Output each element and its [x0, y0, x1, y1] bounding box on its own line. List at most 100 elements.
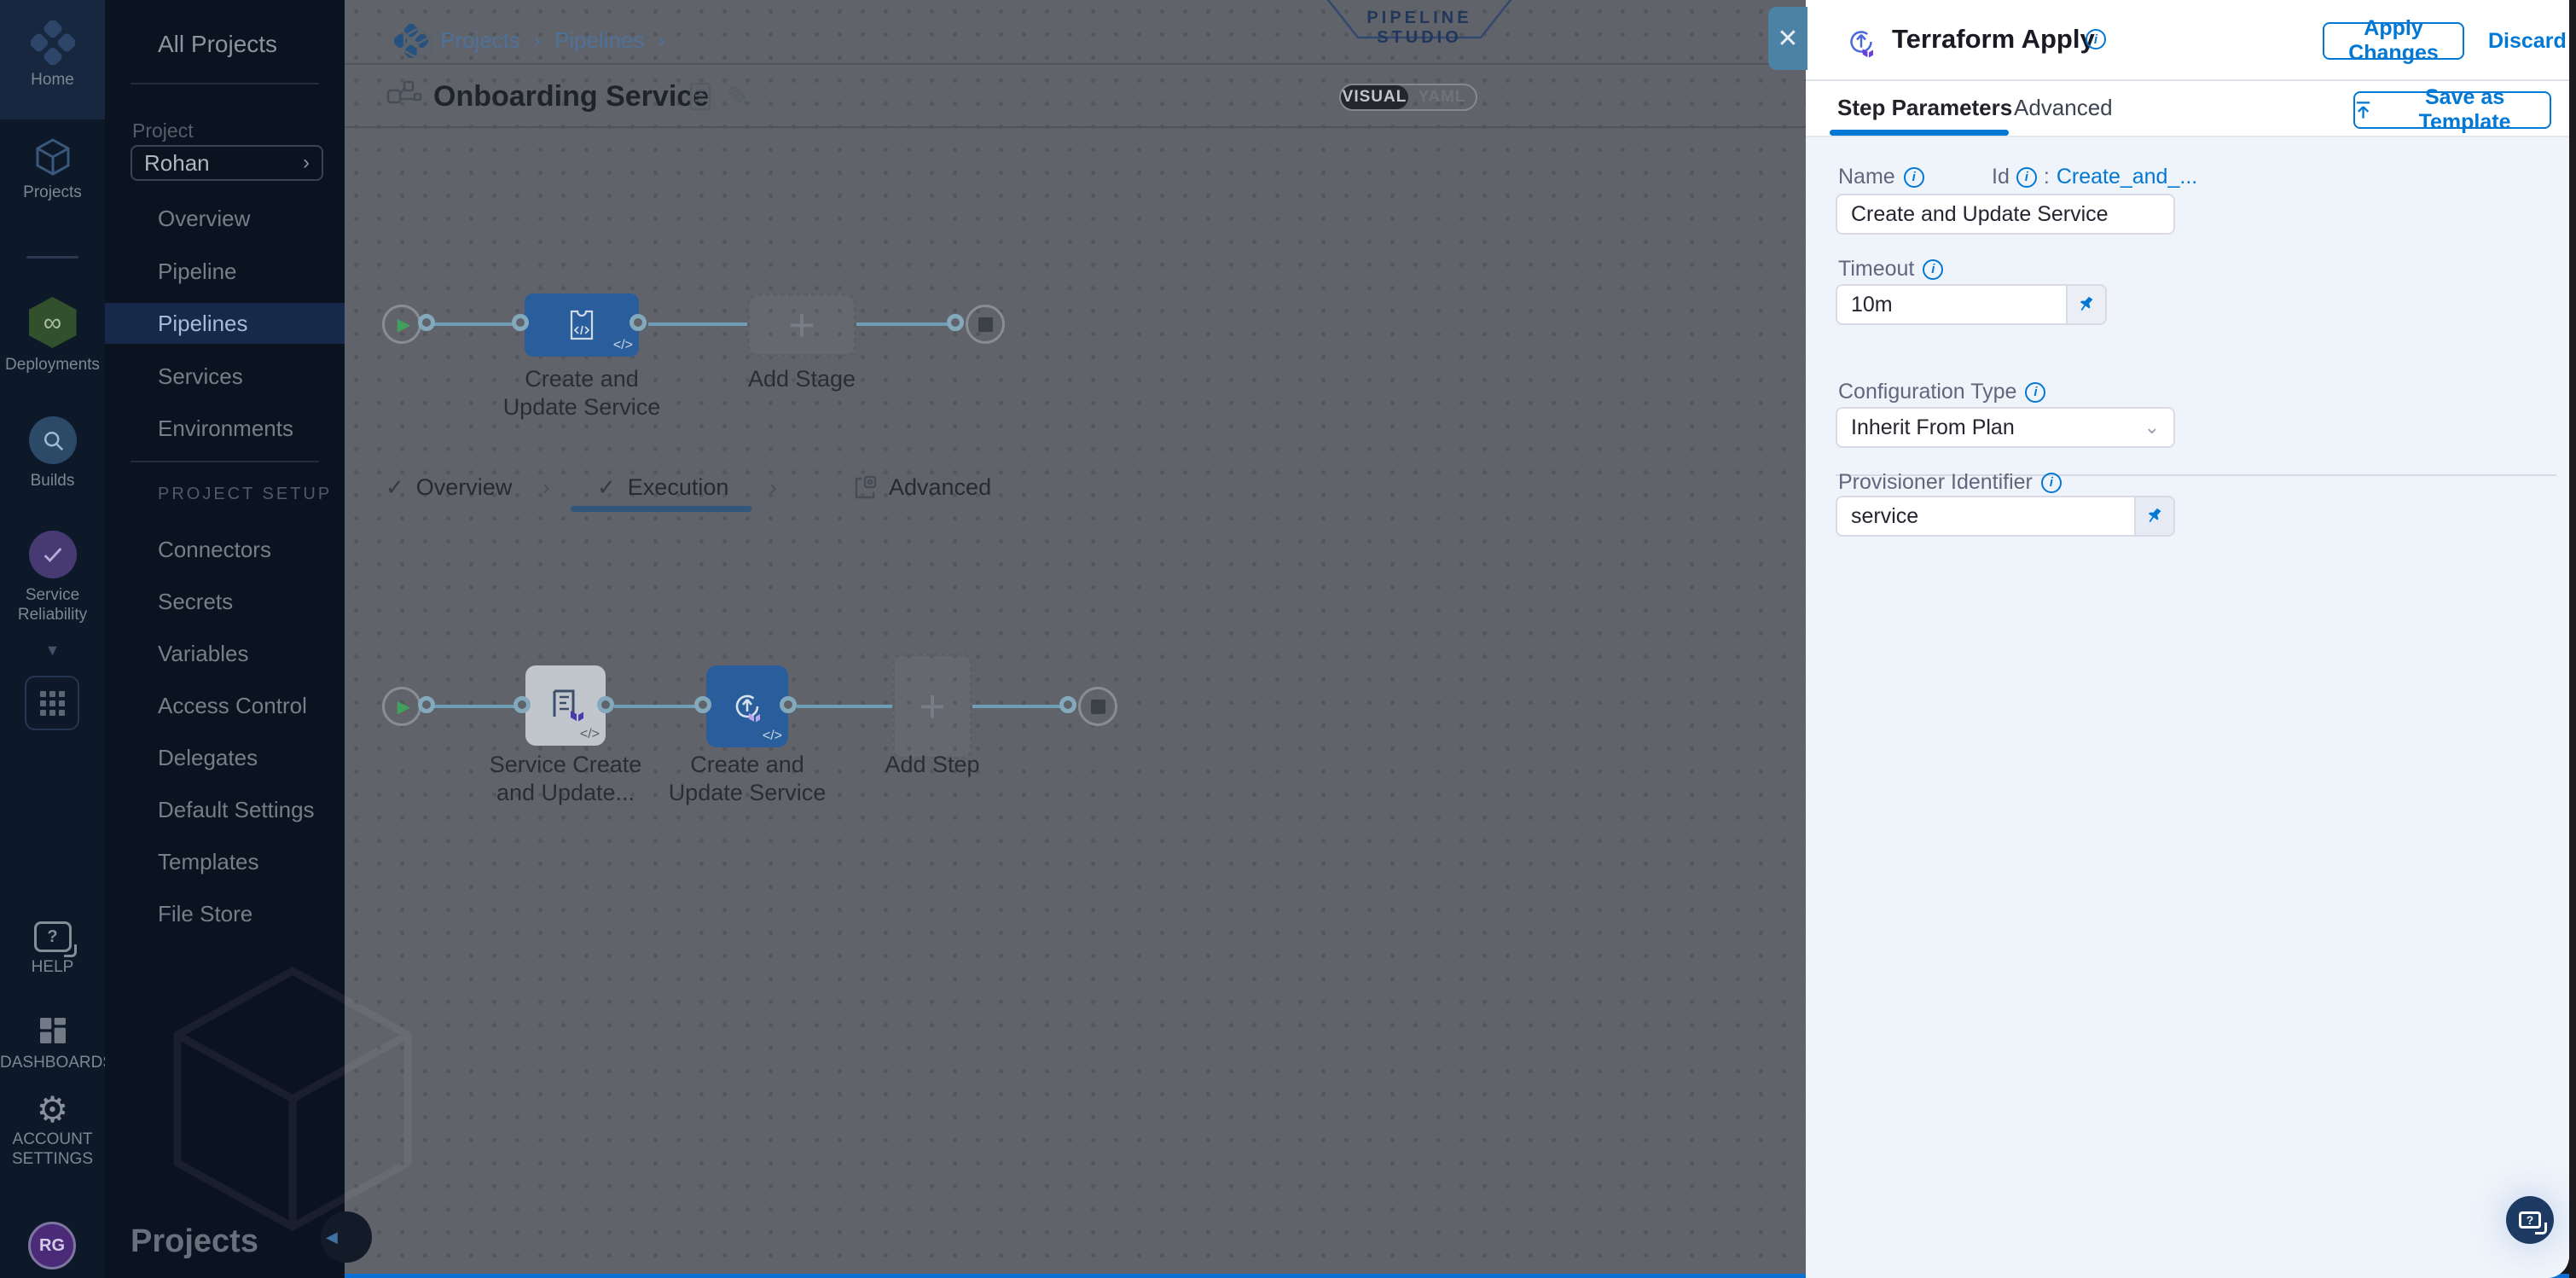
info-icon[interactable]: i: [2025, 382, 2045, 403]
info-icon[interactable]: i: [1904, 167, 1924, 188]
sidebar-item-templates[interactable]: Templates: [105, 841, 345, 882]
id-value-link[interactable]: Create_and_...: [2057, 165, 2197, 189]
project-selector[interactable]: Rohan ›: [131, 145, 323, 181]
info-icon[interactable]: i: [2086, 29, 2106, 49]
provisioner-pin-button[interactable]: [2136, 496, 2175, 537]
close-icon: ✕: [1777, 24, 1798, 54]
name-input[interactable]: [1836, 194, 2175, 235]
rail-chevron-down-icon[interactable]: ▼: [0, 642, 105, 659]
discard-button[interactable]: Discard: [2488, 29, 2567, 54]
save-as-template-button[interactable]: Save as Template: [2353, 91, 2551, 129]
pipeline-studio-label: PIPELINE STUDIO: [1324, 9, 1515, 48]
sidebar-item-file-store[interactable]: File Store: [105, 893, 345, 934]
apply-changes-button[interactable]: Apply Changes: [2323, 22, 2464, 60]
connector-ring: [512, 314, 529, 331]
nav-home[interactable]: Home: [0, 20, 105, 90]
info-icon[interactable]: i: [1923, 259, 1943, 280]
pipeline-title: Onboarding Service: [433, 80, 709, 113]
step-graph-start-node[interactable]: ▶: [382, 687, 421, 726]
deployments-icon: ∞: [29, 297, 77, 348]
breadcrumb-projects[interactable]: Projects: [440, 27, 520, 54]
service-reliability-icon: [29, 531, 77, 578]
tab-execution[interactable]: ✓ Execution: [597, 474, 728, 501]
title-divider: [345, 126, 1806, 128]
connector-line: [972, 705, 1068, 708]
connector-line: [856, 322, 955, 326]
provisioner-identifier-input[interactable]: [1836, 496, 2136, 537]
dashboards-icon: [36, 1014, 70, 1048]
harness-logo-icon: [31, 20, 75, 65]
configuration-type-label: Configuration Typei: [1838, 380, 2045, 404]
stage-graph-start-node[interactable]: ▶: [382, 305, 421, 344]
sidebar-item-delegates[interactable]: Delegates: [105, 737, 345, 778]
step-graph-end-node[interactable]: [1078, 687, 1117, 726]
sidebar-collapse-button[interactable]: ◀: [321, 1211, 372, 1263]
nav-dashboards[interactable]: DASHBOARDS: [0, 1014, 105, 1072]
add-stage-button[interactable]: +: [747, 293, 856, 357]
toggle-visual[interactable]: VISUAL: [1341, 85, 1408, 109]
id-row: Id i : Create_and_...: [1992, 165, 2197, 189]
nav-home-tile[interactable]: Home: [0, 0, 105, 119]
panel-header: Terraform Apply i Apply Changes Discard: [1806, 0, 2569, 81]
tab-overview[interactable]: ✓ Overview: [386, 474, 512, 501]
step-node-service-create-update[interactable]: </>: [525, 665, 606, 746]
sidebar-item-connectors[interactable]: Connectors: [105, 529, 345, 570]
stop-icon: [978, 317, 993, 332]
nav-help[interactable]: ? HELP: [0, 921, 105, 977]
nav-account-settings[interactable]: ⚙ ACCOUNT SETTINGS: [0, 1090, 105, 1169]
breadcrumb-pipelines[interactable]: Pipelines: [554, 27, 645, 54]
edit-pencil-icon[interactable]: ✎: [727, 80, 750, 113]
chevron-down-icon: ⌄: [2144, 416, 2160, 439]
id-separator: :: [2044, 165, 2050, 189]
pipeline-graph-icon: [386, 78, 423, 113]
active-tab-underline: [571, 506, 751, 512]
sidebar-item-pipelines[interactable]: Pipelines: [105, 303, 345, 344]
sidebar-item-secrets[interactable]: Secrets: [105, 581, 345, 622]
add-step-label: Add Step: [847, 751, 1018, 779]
nav-deployments[interactable]: ∞ Deployments: [0, 297, 105, 375]
info-icon[interactable]: i: [2041, 473, 2062, 493]
nav-account-settings-label: ACCOUNT SETTINGS: [0, 1130, 105, 1169]
step2-label: Create and Update Service: [662, 751, 833, 807]
tab-advanced[interactable]: Advanced: [2014, 95, 2113, 121]
builds-icon: [29, 416, 77, 464]
nav-dashboards-label: DASHBOARDS: [0, 1053, 105, 1072]
sidebar-item-default-settings[interactable]: Default Settings: [105, 789, 345, 830]
cube-icon: [32, 137, 73, 177]
sidebar-footer-projects: Projects: [131, 1223, 258, 1260]
toggle-yaml[interactable]: YAML: [1408, 85, 1476, 109]
tab-step-parameters[interactable]: Step Parameters: [1837, 95, 2012, 121]
timeout-pin-button[interactable]: [2068, 284, 2107, 325]
all-projects-cube-icon[interactable]: [400, 26, 436, 61]
sidebar-item-overview[interactable]: Overview: [105, 198, 345, 239]
stage-node-create-update-service[interactable]: </>: [525, 293, 639, 357]
connector-ring: [418, 696, 435, 713]
nav-builds[interactable]: Builds: [0, 416, 105, 491]
step-node-create-update-service[interactable]: </>: [706, 665, 788, 747]
sidebar-item-access-control[interactable]: Access Control: [105, 685, 345, 726]
sidebar-item-environments[interactable]: Environments: [105, 408, 345, 449]
close-panel-button[interactable]: ✕: [1768, 7, 1807, 70]
user-avatar[interactable]: RG: [28, 1222, 76, 1269]
chevron-right-icon: ›: [303, 151, 310, 175]
sidebar-item-services[interactable]: Services: [105, 356, 345, 397]
connector-ring: [780, 696, 797, 713]
breadcrumb-separator: ›: [658, 29, 664, 53]
configuration-type-select[interactable]: Inherit From Plan ⌄: [1836, 407, 2175, 448]
info-icon[interactable]: i: [2016, 167, 2037, 188]
sidebar-divider: [131, 83, 319, 84]
stage-graph-end-node[interactable]: [966, 305, 1005, 344]
nav-service-reliability[interactable]: Service Reliability: [0, 531, 105, 624]
sidebar-item-variables[interactable]: Variables: [105, 633, 345, 674]
module-grid-button[interactable]: [25, 676, 79, 730]
upload-icon: [2355, 101, 2371, 119]
notes-icon[interactable]: [689, 82, 711, 111]
nav-projects[interactable]: Projects: [0, 137, 105, 202]
connector-ring: [597, 696, 614, 713]
add-step-button[interactable]: +: [892, 654, 972, 759]
all-projects-link[interactable]: All Projects: [158, 31, 277, 58]
code-badge: </>: [613, 338, 633, 353]
timeout-input[interactable]: [1836, 284, 2068, 325]
support-chat-button[interactable]: ?: [2506, 1196, 2554, 1244]
tab-advanced[interactable]: Advanced: [853, 474, 991, 501]
